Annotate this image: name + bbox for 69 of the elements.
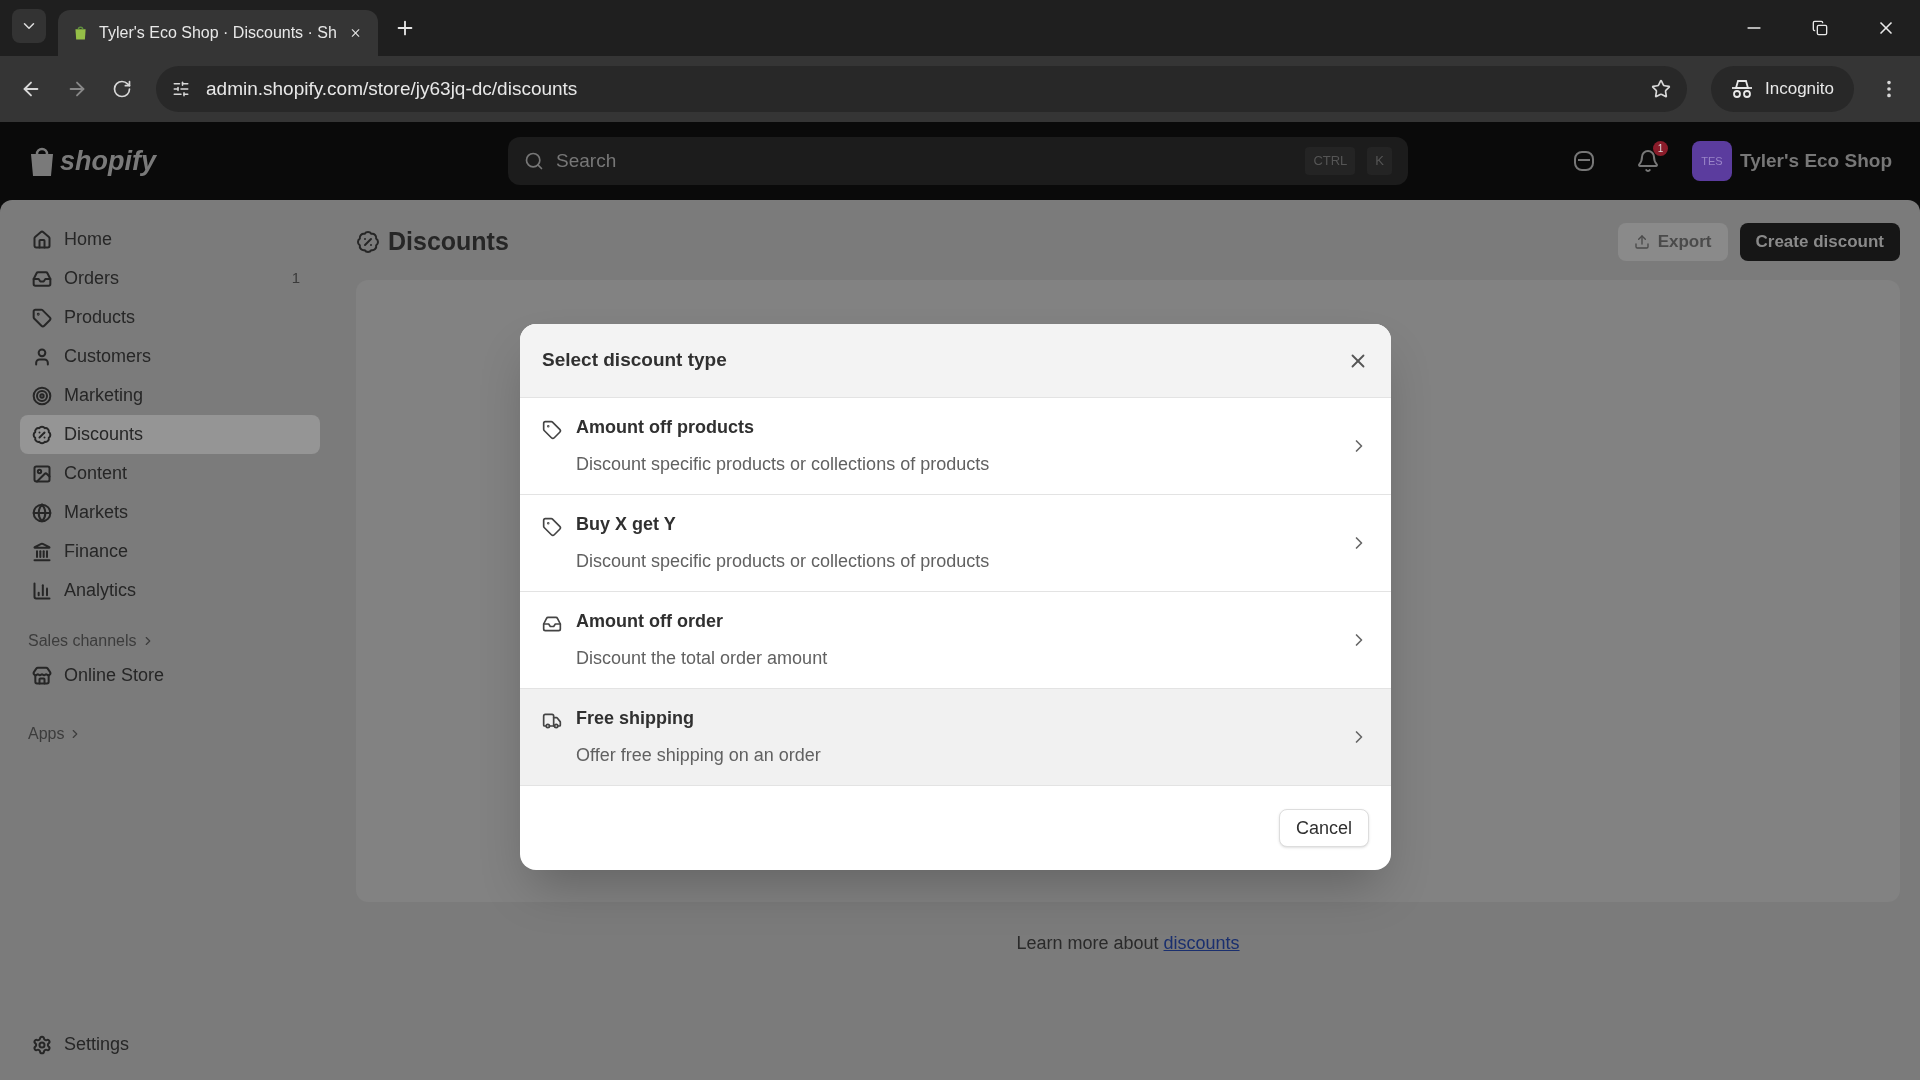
sidebar-item[interactable]: Orders 1 [20,259,320,298]
spy-hat-icon [1731,79,1753,99]
discounts-link[interactable]: discounts [1163,930,1240,957]
option-title: Amount off products [576,416,755,439]
sidebar-item[interactable]: Finance [20,532,320,571]
sidebar-item[interactable]: Analytics [20,571,320,610]
sidebar-item[interactable]: Markets [20,493,320,532]
sidebar-item[interactable]: Home [20,220,320,259]
option-description: Discount specific products or collections of products [576,453,991,476]
settings-icon [32,1034,52,1055]
image-icon [32,463,52,484]
create-discount-button[interactable]: Create discount [1739,223,1900,261]
option-description: Offer free shipping on an order [576,744,822,767]
store-name[interactable]: Tyler's Eco Shop [1740,146,1892,176]
dialog-title: Select discount type [542,348,728,373]
bank-icon [32,541,52,562]
search-icon [524,151,544,171]
percent-badge-icon [356,230,380,254]
globe-icon [32,502,52,523]
avatar[interactable]: TES [1692,141,1732,181]
discount-type-option[interactable]: Free shipping Offer free shipping on an order [520,689,1391,786]
discount-type-option[interactable]: Amount off order Discount the total order amount [520,592,1391,689]
bell-icon[interactable] [1636,149,1660,173]
discount-type-option[interactable]: Amount off products Discount specific products or collections of products [520,398,1391,495]
inbox-icon [32,268,52,289]
tab-list-button[interactable] [12,9,46,43]
option-description: Discount specific products or collections of products [576,550,991,573]
sidebar-item[interactable]: Discounts [20,415,320,454]
learn-more-text: Learn more about [1016,932,1160,955]
sidebar-item[interactable]: Products [20,298,320,337]
upload-icon [1633,234,1650,250]
restore-icon[interactable] [1812,20,1828,36]
logo-text: shopify [60,144,156,178]
page-title: Discounts [388,226,509,258]
option-description: Discount the total order amount [576,647,829,670]
percent-badge-icon [32,424,52,445]
sidebar-item[interactable]: Marketing [20,376,320,415]
shopping-bag-icon [28,145,56,177]
order-count: 1 [291,268,300,289]
settings-item[interactable]: Settings [20,1025,320,1064]
tag-icon [32,307,52,328]
notification-badge: 1 [1653,141,1668,156]
option-title: Free shipping [576,707,695,730]
export-button[interactable]: Export [1617,223,1728,261]
cancel-button[interactable]: Cancel [1278,809,1369,847]
sidebar-item[interactable]: Customers [20,337,320,376]
sidebar-item[interactable]: Content [20,454,320,493]
person-icon [32,346,52,367]
address-bar[interactable]: admin.shopify.com/store/jy63jq-dc/discounts [156,66,1687,112]
option-title: Buy X get Y [576,513,677,536]
bookmark-star-icon[interactable] [1651,79,1671,99]
site-settings-icon[interactable] [172,80,190,98]
bar-chart-icon [32,580,52,601]
target-icon [32,385,52,406]
section-heading[interactable]: Apps [28,722,65,746]
inbox-icon [542,614,562,634]
section-heading[interactable]: Sales channels [28,629,137,653]
profile-button[interactable]: Incognito [1711,66,1854,112]
option-title: Amount off order [576,610,724,633]
reload-icon[interactable] [112,79,132,99]
sidebar-item[interactable]: Online Store [20,656,320,695]
bag-icon [74,23,88,43]
discount-type-option[interactable]: Buy X get Y Discount specific products or collections of products [520,495,1391,592]
tag-icon [542,420,562,440]
truck-icon [542,711,562,731]
store-icon [32,665,52,686]
home-icon [32,229,52,250]
tag-icon [542,517,562,537]
browser-tab[interactable]: Tyler's Eco Shop · Discounts · Sh [58,10,378,56]
